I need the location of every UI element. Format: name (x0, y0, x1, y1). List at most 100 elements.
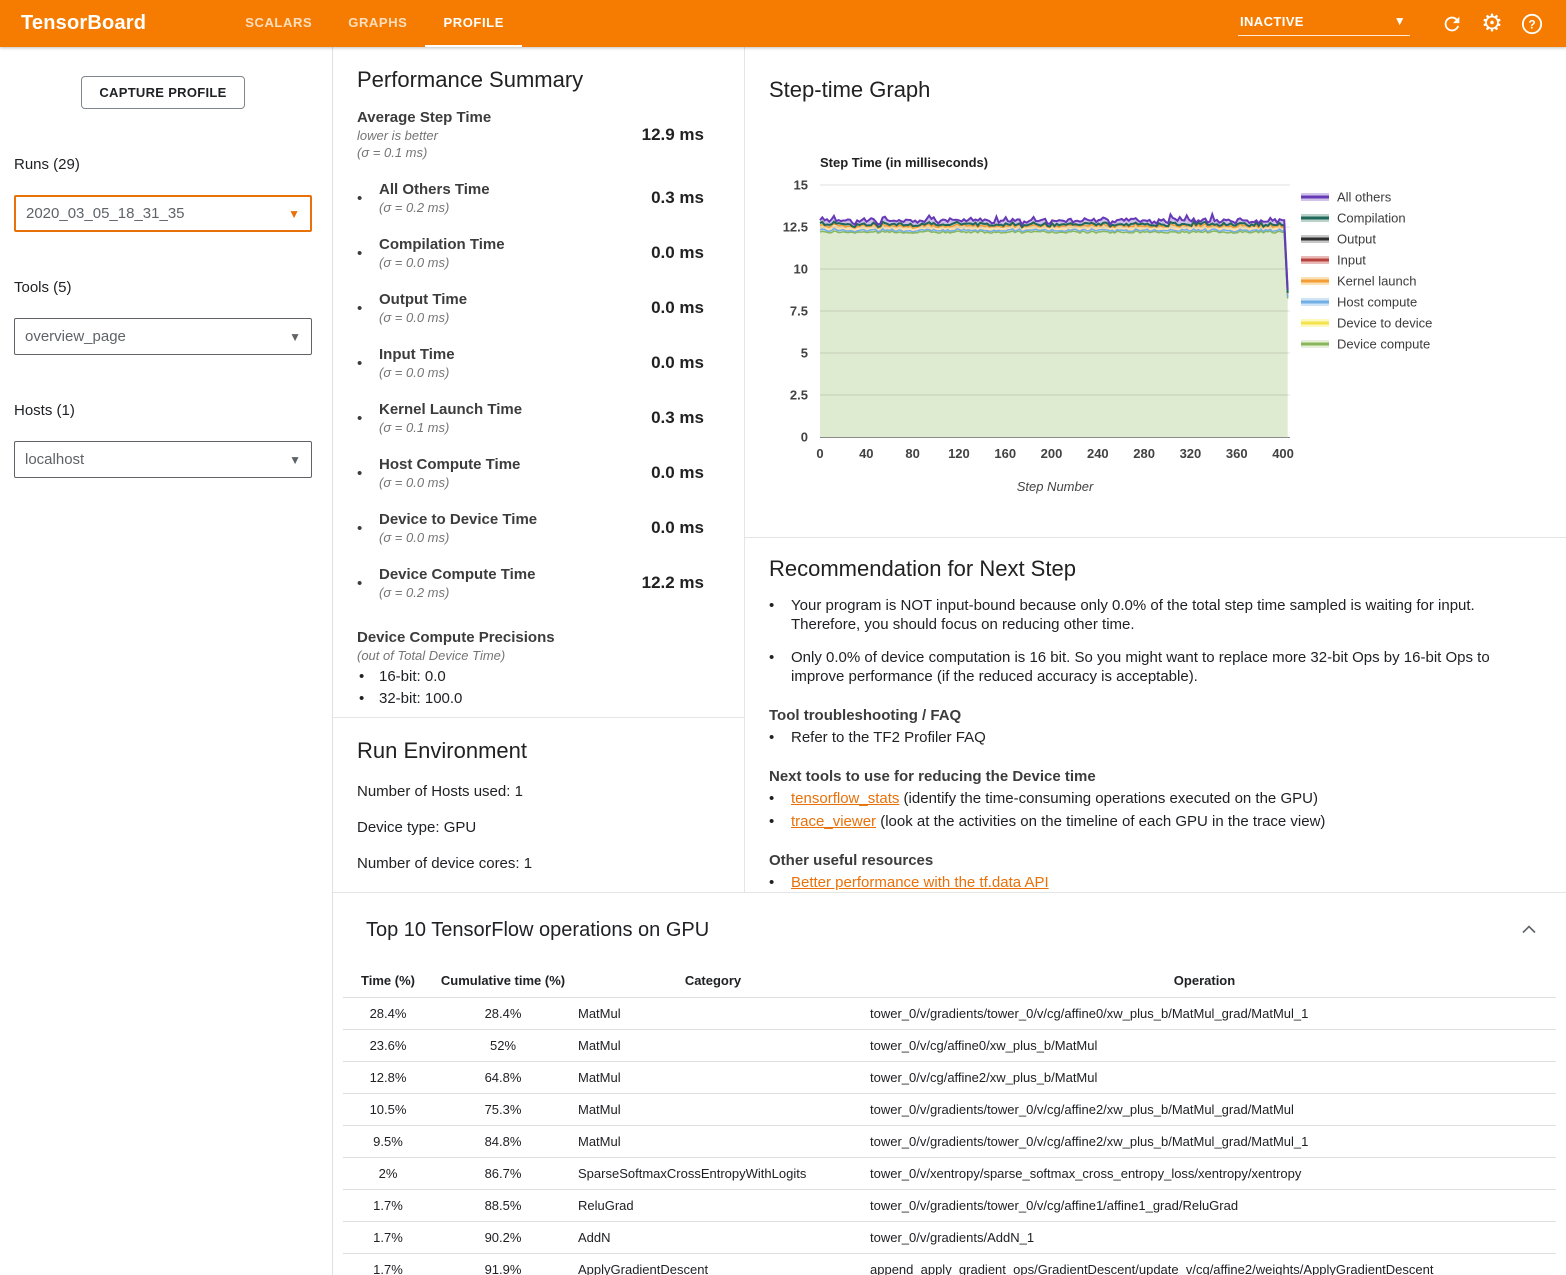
run-environment-card: Run Environment Number of Hosts used: 1D… (333, 718, 744, 872)
bullet-icon: • (769, 728, 791, 747)
cell-time: 28.4% (343, 998, 433, 1030)
hosts-label: Hosts (1) (14, 402, 312, 419)
cell-category: ReluGrad (573, 1190, 853, 1222)
bullet-icon: • (357, 354, 379, 372)
bullet-text: Your program is NOT input-bound because … (791, 596, 1538, 634)
precision-value: 32-bit: 100.0 (379, 690, 462, 707)
cell-cumulative: 28.4% (433, 998, 573, 1030)
help-button[interactable]: ? (1512, 4, 1552, 44)
refresh-button[interactable] (1432, 4, 1472, 44)
average-step-time: Average Step Time lower is better (σ = 0… (357, 109, 720, 160)
y-tick-label: 2.5 (790, 388, 808, 403)
collapse-button[interactable] (1522, 921, 1536, 939)
cell-category: ApplyGradientDescent (573, 1254, 853, 1275)
metric-label: Device Compute Time (379, 566, 535, 583)
y-tick-label: 15 (794, 178, 808, 193)
cell-cumulative: 64.8% (433, 1062, 573, 1094)
bullet-icon: • (357, 519, 379, 537)
recommendation-item: •Better performance with the tf.data API (769, 873, 1538, 892)
recommendation-heading: Next tools to use for reducing the Devic… (769, 768, 1538, 785)
tools-dropdown[interactable]: overview_page ▼ (14, 318, 312, 355)
cell-time: 10.5% (343, 1094, 433, 1126)
resource-link[interactable]: trace_viewer (791, 813, 876, 830)
recommendation-heading: Other useful resources (769, 852, 1538, 869)
metric-text: Compilation Time(σ = 0.0 ms) (379, 236, 505, 270)
cell-cumulative: 90.2% (433, 1222, 573, 1254)
table-row: 1.7%91.9%ApplyGradientDescentappend_appl… (343, 1254, 1556, 1275)
metric-value: 0.3 ms (651, 188, 720, 208)
column-header: Time (%) (343, 966, 433, 998)
chevron-down-icon: ▼ (288, 208, 300, 220)
legend-label: Compilation (1337, 211, 1406, 226)
svg-text:?: ? (1528, 17, 1535, 31)
step-time-graph-card: Step-time Graph Step Time (in millisecon… (745, 47, 1566, 538)
cell-category: MatMul (573, 998, 853, 1030)
perf-metric: •Kernel Launch Time(σ = 0.1 ms)0.3 ms (357, 401, 720, 435)
column-header: Operation (853, 966, 1556, 998)
tab-scalars[interactable]: SCALARS (227, 0, 330, 47)
chart-title: Step Time (in milliseconds) (820, 155, 988, 170)
cell-operation: tower_0/v/gradients/AddN_1 (853, 1222, 1556, 1254)
runs-value: 2020_03_05_18_31_35 (26, 205, 185, 222)
bullet-icon: • (769, 873, 791, 892)
metric-value: 0.0 ms (651, 353, 720, 373)
legend-label: Device to device (1337, 316, 1432, 331)
header-actions: INACTIVE ▼ ⚙ ? (1238, 0, 1566, 47)
status-dropdown[interactable]: INACTIVE ▼ (1238, 12, 1410, 36)
bullet-icon: • (769, 596, 791, 634)
recommendation-bullet: •Your program is NOT input-bound because… (769, 596, 1538, 634)
settings-button[interactable]: ⚙ (1472, 4, 1512, 44)
cell-time: 2% (343, 1158, 433, 1190)
precision-value: 16-bit: 0.0 (379, 668, 446, 685)
env-line: Number of device cores: 1 (357, 855, 720, 872)
table-row: 9.5%84.8%MatMultower_0/v/gradients/tower… (343, 1126, 1556, 1158)
cell-time: 9.5% (343, 1126, 433, 1158)
x-tick-label: 400 (1272, 446, 1294, 461)
x-tick-label: 0 (816, 446, 823, 461)
metric-text: Device Compute Time (σ = 0.2 ms) (379, 566, 535, 600)
resource-link[interactable]: tensorflow_stats (791, 790, 899, 807)
metric-sigma: (σ = 0.2 ms) (379, 585, 535, 600)
x-tick-label: 80 (905, 446, 919, 461)
cell-category: MatMul (573, 1094, 853, 1126)
bullet-icon: • (357, 690, 379, 707)
y-tick-label: 10 (794, 262, 808, 277)
tools-label: Tools (5) (14, 279, 312, 296)
recommendation-heading: Tool troubleshooting / FAQ (769, 707, 1538, 724)
hosts-dropdown[interactable]: localhost ▼ (14, 441, 312, 478)
perf-metric: •Device Compute Time(σ = 0.2 ms)12.2 ms (357, 566, 720, 600)
help-icon: ? (1521, 13, 1543, 35)
precision-item: •32-bit: 100.0 (357, 690, 720, 707)
column-header: Category (573, 966, 853, 998)
legend-label: Output (1337, 232, 1376, 247)
item-text: Better performance with the tf.data API (791, 873, 1049, 892)
top-row: Performance Summary Average Step Time lo… (333, 47, 1566, 892)
cell-category: AddN (573, 1222, 853, 1254)
env-line: Number of Hosts used: 1 (357, 783, 720, 800)
metric-label: Host Compute Time (379, 456, 520, 473)
recommendation-title: Recommendation for Next Step (769, 556, 1538, 582)
recommendation-card: Recommendation for Next Step •Your progr… (745, 538, 1566, 892)
metric-label: All Others Time (379, 181, 490, 198)
legend-label: Kernel launch (1337, 274, 1417, 289)
step-time-chart[interactable]: Step Time (in milliseconds)02.557.51012.… (745, 47, 1565, 538)
cell-operation: tower_0/v/xentropy/sparse_softmax_cross_… (853, 1158, 1556, 1190)
table-row: 1.7%88.5%ReluGradtower_0/v/gradients/tow… (343, 1190, 1556, 1222)
metric-sigma: (σ = 0.2 ms) (379, 200, 490, 215)
metric-sigma: (σ = 0.1 ms) (379, 420, 522, 435)
cell-operation: tower_0/v/gradients/tower_0/v/cg/affine0… (853, 998, 1556, 1030)
metric-text: Input Time(σ = 0.0 ms) (379, 346, 455, 380)
tab-profile[interactable]: PROFILE (425, 0, 522, 47)
bullet-icon: • (769, 812, 791, 831)
tools-value: overview_page (25, 328, 126, 345)
tab-graphs[interactable]: GRAPHS (330, 0, 425, 47)
hosts-value: localhost (25, 451, 84, 468)
tab-bar: SCALARSGRAPHSPROFILE (227, 0, 522, 47)
cell-operation: tower_0/v/gradients/tower_0/v/cg/affine2… (853, 1094, 1556, 1126)
runs-dropdown[interactable]: 2020_03_05_18_31_35 ▼ (14, 195, 312, 232)
resource-link[interactable]: Better performance with the tf.data API (791, 874, 1049, 891)
metric-value: 0.0 ms (651, 243, 720, 263)
performance-summary-title: Performance Summary (357, 67, 720, 93)
capture-profile-button[interactable]: CAPTURE PROFILE (81, 76, 245, 109)
cell-time: 1.7% (343, 1254, 433, 1275)
